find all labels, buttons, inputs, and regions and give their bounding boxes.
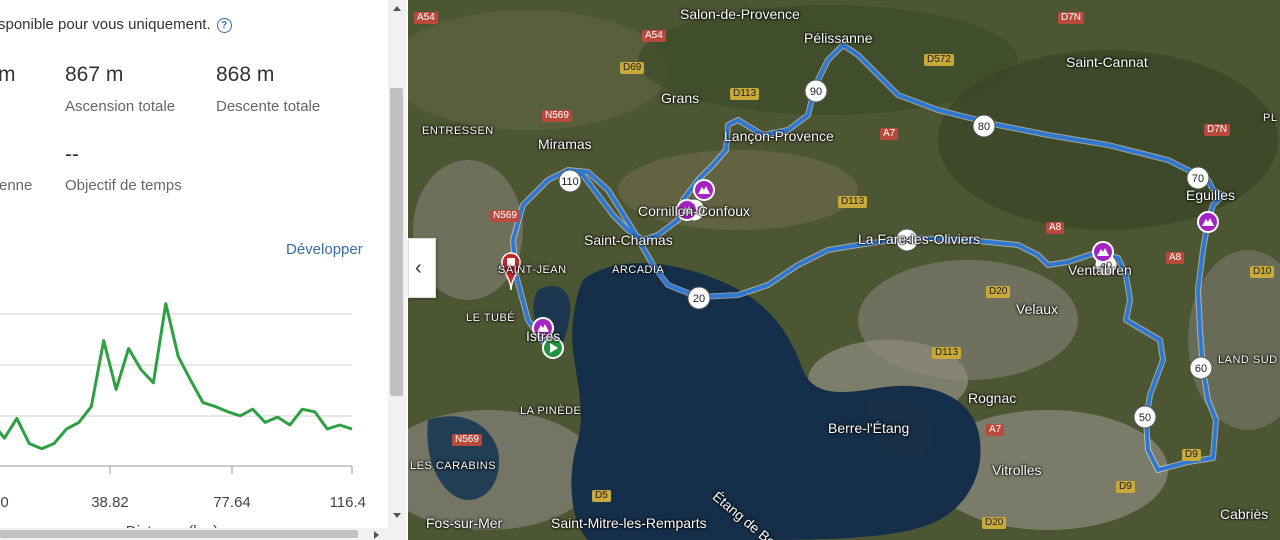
road-label: A54 <box>414 12 438 24</box>
place-label: Ventabren <box>1068 262 1132 278</box>
chart-x-axis: 0038.8277.64116.4Distance (km) <box>0 465 366 528</box>
stat-distance-value: m <box>0 63 16 86</box>
road-label: A8 <box>1046 222 1065 234</box>
road-label: D7N <box>1058 12 1085 24</box>
km-marker-label: 80 <box>978 121 990 133</box>
stat-time-goal-label: Objectif de temps <box>65 177 182 194</box>
place-label: LES CARABINS <box>410 460 497 472</box>
road-label: D10 <box>1250 266 1275 278</box>
place-label: Eguilles <box>1186 187 1236 203</box>
road-label: D113 <box>838 196 868 208</box>
road-label: N569 <box>542 110 572 122</box>
road-label: D113 <box>932 347 962 359</box>
place-label: Velaux <box>1016 301 1059 317</box>
chart-grid <box>0 313 352 417</box>
place-label: Lançon-Provence <box>724 128 834 144</box>
road-label: A7 <box>986 424 1005 436</box>
elevation-line <box>0 302 353 451</box>
chart-tick-label: 38.82 <box>91 494 129 511</box>
place-label: Berre-l'Étang <box>828 420 910 436</box>
place-label: SAINT-JEAN <box>498 264 567 276</box>
road-label: D20 <box>982 517 1007 529</box>
elevation-chart: 0038.8277.64116.4Distance (km) <box>0 302 366 528</box>
stat-descent-label: Descente totale <box>216 98 321 115</box>
place-label: Fos-sur-Mer <box>426 515 503 531</box>
place-label: La Fare-les-Oliviers <box>858 231 981 247</box>
stat-descent-value: 868 m <box>216 63 275 86</box>
place-label: ARCADIA <box>612 264 665 276</box>
road-label: A7 <box>880 128 899 140</box>
place-label: Grans <box>661 90 700 106</box>
satellite-map[interactable]: 1101009080706050403020 Salon-de-Provence… <box>408 0 1280 540</box>
road-label: D9 <box>1116 481 1135 493</box>
scroll-down-arrow-icon[interactable] <box>393 513 401 518</box>
place-label: Miramas <box>538 136 592 152</box>
place-label: LA PINÈDE <box>520 405 582 417</box>
place-label: PL <box>1263 112 1278 124</box>
road-label: D7N <box>1204 124 1231 136</box>
horizontal-scrollbar-thumb[interactable] <box>0 530 358 538</box>
road-label: D5 <box>592 490 611 502</box>
stat-ascent-label: Ascension totale <box>65 98 176 115</box>
expand-link[interactable]: Développer <box>286 241 363 258</box>
place-label: Saint-Mitre-les-Remparts <box>551 515 707 531</box>
place-label: Saint-Cannat <box>1066 54 1148 70</box>
chart-tick-label: 77.64 <box>213 494 251 511</box>
stat-time-goal-value: -- <box>65 143 79 166</box>
place-label: Pélissanne <box>804 30 873 46</box>
privacy-notice-text: sponible pour vous uniquement. <box>0 16 211 33</box>
chevron-left-icon: ‹ <box>415 257 422 279</box>
route-details-panel: sponible pour vous uniquement.? m 867 m … <box>0 0 390 540</box>
place-label: Saint-Chamas <box>584 232 673 248</box>
km-marker-label: 90 <box>810 86 822 98</box>
place-label: Salon-de-Provence <box>680 6 800 22</box>
road-label: N569 <box>452 434 482 446</box>
scroll-up-arrow-icon[interactable] <box>393 6 401 11</box>
km-marker-label: 50 <box>1139 412 1151 424</box>
collapse-panel-button[interactable]: ‹ <box>408 238 436 298</box>
chart-tick-label: 116.4 <box>330 494 366 511</box>
place-label: LE TUBÉ <box>466 312 516 324</box>
road-label: N569 <box>490 210 520 222</box>
km-marker-label: 60 <box>1195 363 1207 375</box>
place-label: Rognac <box>968 390 1017 406</box>
place-label: Vitrolles <box>992 462 1042 478</box>
road-label: D113 <box>730 88 760 100</box>
road-label: D9 <box>1182 449 1201 461</box>
scrollbar-thumb[interactable] <box>390 88 403 396</box>
road-label: A8 <box>1166 252 1185 264</box>
place-label: Istres <box>526 328 561 344</box>
place-label: ENTRESSEN <box>422 125 494 137</box>
stat-ascent-value: 867 m <box>65 63 124 86</box>
km-marker-label: 70 <box>1192 173 1204 185</box>
road-label: D20 <box>986 286 1011 298</box>
km-marker-label: 20 <box>693 293 705 305</box>
help-icon[interactable]: ? <box>216 18 232 33</box>
panel-horizontal-scrollbar[interactable] <box>0 528 388 540</box>
stat-average-label: enne <box>0 177 33 194</box>
terrain-patch <box>938 50 1278 230</box>
privacy-notice: sponible pour vous uniquement.? <box>0 16 232 33</box>
chart-tick-label: 00 <box>0 494 9 511</box>
road-label: D69 <box>620 62 645 74</box>
place-label: LAND SUD <box>1218 354 1278 366</box>
road-label: D572 <box>924 54 954 66</box>
scroll-right-arrow-icon[interactable] <box>374 531 379 539</box>
place-label: Cornillon-Confoux <box>638 203 751 219</box>
road-label: A54 <box>642 30 666 42</box>
km-marker-label: 110 <box>561 176 579 188</box>
place-label: Cabriès <box>1220 506 1269 522</box>
panel-scrollbar[interactable] <box>388 0 406 540</box>
